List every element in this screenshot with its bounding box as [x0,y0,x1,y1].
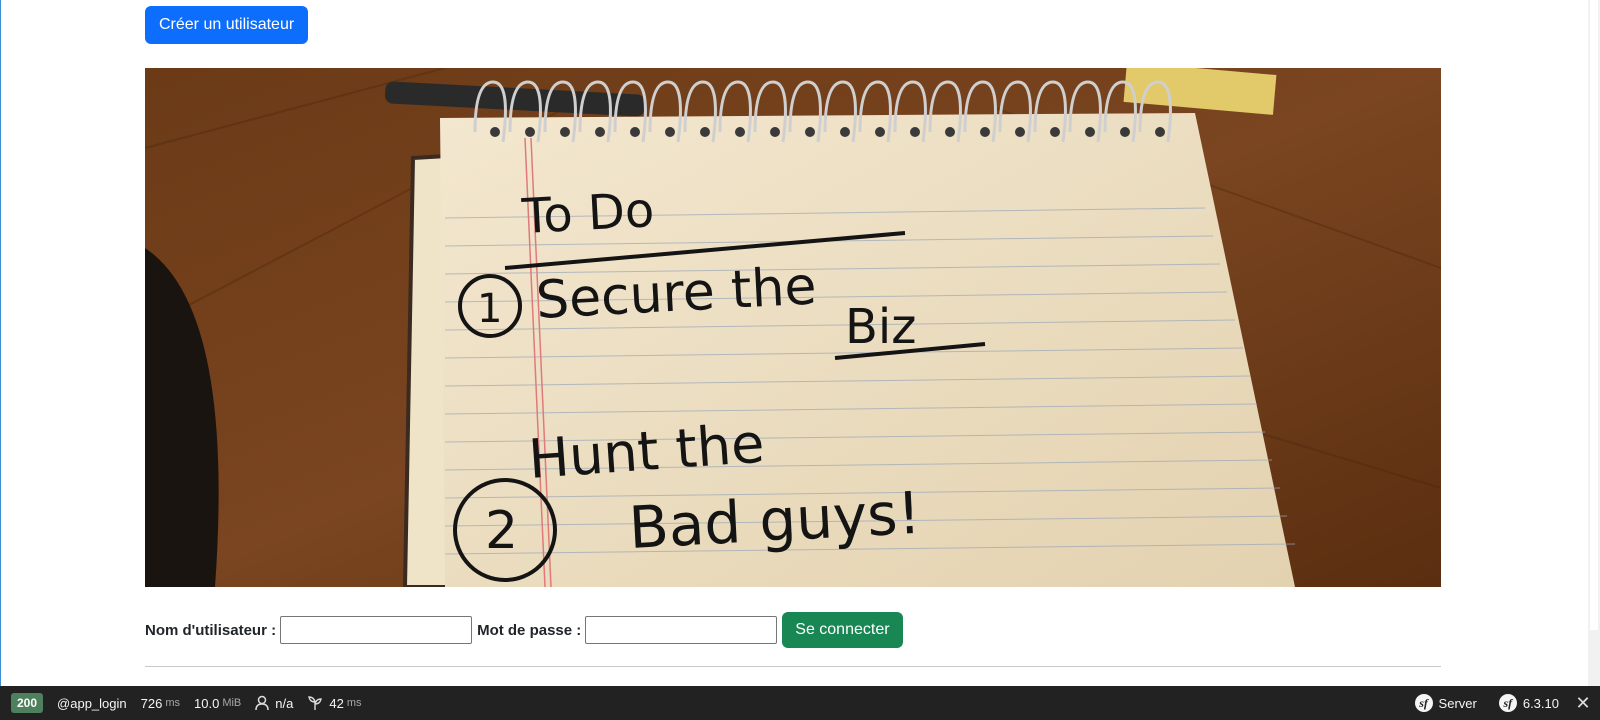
time-item[interactable]: 726 ms [134,686,187,720]
version-item[interactable]: sf 6.3.10 [1492,686,1566,720]
divider [145,666,1441,667]
twig-value: 42 [329,695,344,711]
twig-icon [308,696,323,710]
close-toolbar-icon[interactable]: ✕ [1566,686,1600,720]
server-item[interactable]: sf Server [1408,686,1484,720]
user-icon [255,695,270,711]
scroll-thumb[interactable] [1590,0,1598,630]
symfony-version-icon: sf [1498,694,1517,712]
username-input[interactable] [280,616,473,644]
symfony-icon: sf [1414,694,1433,712]
login-button[interactable]: Se connecter [782,612,903,648]
scrollbar[interactable] [1588,0,1600,686]
symfony-version: 6.3.10 [1522,695,1559,711]
window-edge [0,0,1,720]
note-number-1: 1 [477,286,502,332]
user-item[interactable]: n/a [248,686,300,720]
memory-unit: MiB [222,697,242,709]
memory-item[interactable]: 10.0 MiB [187,686,248,720]
time-value: 726 [140,695,163,711]
status-badge: 200 [11,693,44,713]
user-value: n/a [275,695,294,711]
route-item[interactable]: @app_login [50,686,134,720]
password-label: Mot de passe : [477,621,582,639]
username-label: Nom d'utilisateur : [145,621,277,639]
create-user-button[interactable]: Créer un utilisateur [145,6,309,44]
note-title: To Do [520,182,656,245]
password-input[interactable] [585,616,778,644]
debug-toolbar: 200 @app_login 726 ms 10.0 MiB n/a 42 ms… [0,686,1600,720]
login-form: Nom d'utilisateur : Mot de passe : Se co… [145,612,903,648]
note-number-2: 2 [485,501,518,561]
twig-item[interactable]: 42 ms [300,686,368,720]
note-line-1b: Biz [845,299,916,355]
memory-value: 10.0 [194,695,220,711]
twig-unit: ms [346,697,362,709]
status-item[interactable]: 200 [0,686,50,720]
route-name: @app_login [57,695,127,711]
time-unit: ms [165,697,180,709]
server-label: Server [1438,695,1477,711]
hero-image: To Do 1 Secure the Biz Hunt the 2 Bad gu… [145,68,1441,587]
